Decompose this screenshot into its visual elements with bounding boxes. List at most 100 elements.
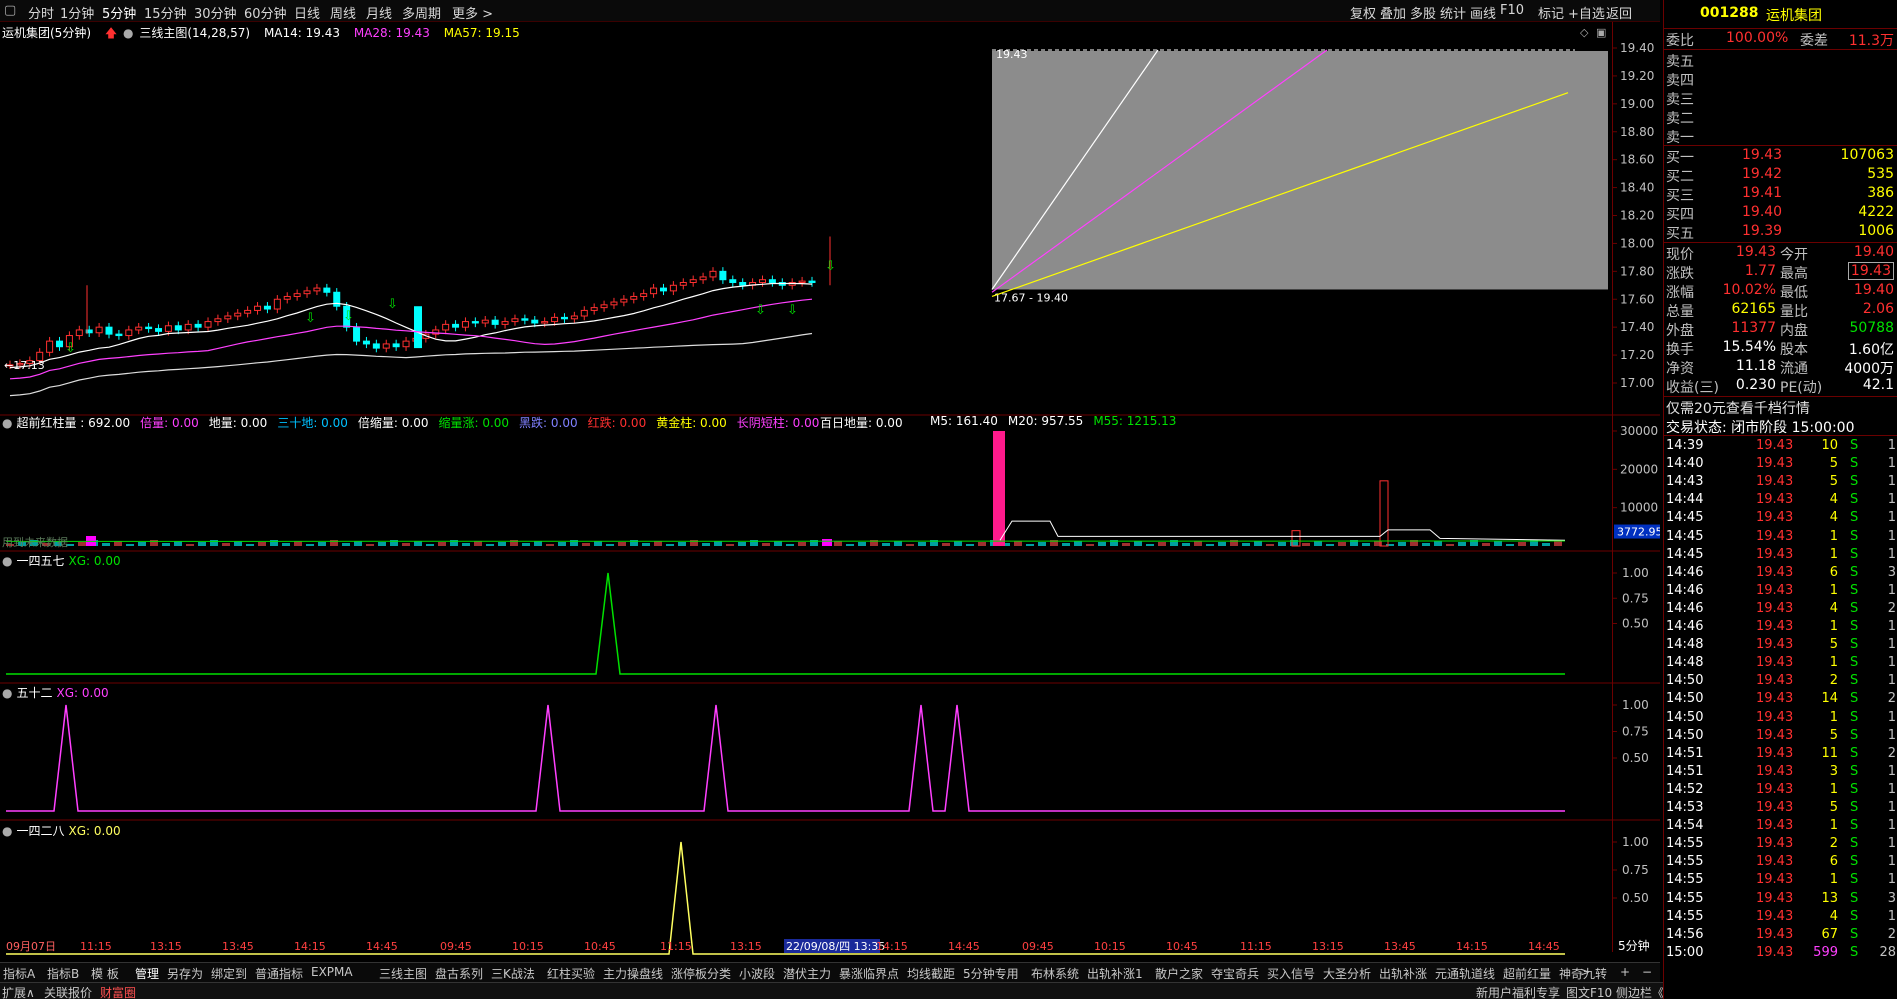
period-tab-0[interactable]: 分时 [28,3,54,22]
candle-body[interactable] [531,319,539,324]
tool-button-7[interactable]: +自选 [1568,3,1605,22]
candle-body[interactable] [293,293,301,297]
indicator-tab-7[interactable]: EXPMA [311,965,353,979]
candle-body[interactable] [719,270,727,281]
buy-level-row[interactable]: 买四 19.40 4222 [1664,203,1897,223]
candle-body[interactable] [46,340,54,353]
period-tab-4[interactable]: 30分钟 [194,3,237,22]
candle-body[interactable] [739,282,747,286]
indicator-tab-26[interactable]: 元通轨道线 [1435,965,1495,982]
indicator-toggle-icon[interactable]: ● [2,554,12,568]
candle-body[interactable] [729,279,737,284]
candle-body[interactable] [620,298,628,303]
candle-body[interactable] [560,316,568,320]
candle-body[interactable] [303,290,311,295]
candle-body[interactable] [155,328,163,332]
indicator-tab-11[interactable]: 红柱买验 [547,965,595,982]
period-tab-3[interactable]: 15分钟 [144,3,187,22]
indicator-tab-4[interactable]: 另存为 [167,965,203,982]
candle-body[interactable] [372,343,380,349]
candle-body[interactable] [640,293,648,297]
indicator-tab-24[interactable]: 大圣分析 [1323,965,1371,982]
buy-level-row[interactable]: 买二 19.42 535 [1664,165,1897,185]
signal-name[interactable]: 五十二 [16,686,52,700]
tool-button-3[interactable]: 统计 [1440,3,1466,22]
candle-body[interactable] [758,279,766,284]
candle-body[interactable] [808,280,816,283]
candle-body[interactable] [392,343,400,348]
candle-body[interactable] [204,321,212,328]
status-right-2[interactable]: 侧边栏《 [1616,984,1664,999]
indicator-tab-9[interactable]: 盘古系列 [435,965,483,982]
candle-body[interactable] [95,326,103,334]
candle-body[interactable] [669,284,677,292]
indicator-toggle-icon[interactable]: ● [2,416,12,430]
indicator-tab-19[interactable]: 布林系统 [1031,965,1079,982]
indicator-toggle-icon[interactable]: ● [2,824,12,838]
candle-body[interactable] [481,319,489,324]
candle-body[interactable] [461,321,469,328]
indicator-tab-12[interactable]: 主力操盘线 [603,965,663,982]
promo-link[interactable]: 仅需20元查看千档行情 [1666,398,1810,418]
indicator-tab-22[interactable]: 夺宝奇兵 [1211,965,1259,982]
indicator-tab-15[interactable]: 潜伏主力 [783,965,831,982]
candle-body[interactable] [283,295,291,300]
tool-button-5[interactable]: F10 [1500,3,1524,18]
candle-body[interactable] [610,301,618,306]
candle-body[interactable] [414,306,422,349]
candle-body[interactable] [501,321,509,325]
candle-body[interactable] [551,316,559,323]
candle-body[interactable] [659,287,667,292]
signal-name[interactable]: 一四二八 [16,824,64,838]
indicator-tab-23[interactable]: 买入信号 [1267,965,1315,982]
candle-body[interactable] [689,279,697,284]
candle-body[interactable] [471,321,479,324]
candle-body[interactable] [679,282,687,286]
candle-body[interactable] [511,318,519,323]
indicator-tab-20[interactable]: 出轨补涨1 [1087,965,1143,982]
candle-body[interactable] [580,309,588,317]
candle-body[interactable] [699,276,707,281]
candle-body[interactable] [798,280,806,283]
status-right-0[interactable]: 新用户福利专享 [1476,984,1560,999]
candle-body[interactable] [56,340,64,348]
buy-level-row[interactable]: 买五 19.39 1006 [1664,222,1897,242]
status-left-0[interactable]: 扩展∧ [2,984,35,999]
status-left-2[interactable]: 财富圈 [100,984,136,999]
zoom-in-button[interactable]: + [1620,965,1630,979]
indicator-tab-17[interactable]: 均线截距 [907,965,955,982]
indicator-tab-16[interactable]: 暴涨临界点 [839,965,899,982]
candle-body[interactable] [234,312,242,317]
indicator-tab-3[interactable]: 管理 [135,965,159,982]
candle-body[interactable] [323,287,331,293]
indicator-tab-6[interactable]: 普通指标 [255,965,303,982]
candle-body[interactable] [224,315,232,320]
buy-level-row[interactable]: 买三 19.41 386 [1664,184,1897,204]
candle-body[interactable] [115,333,123,337]
candle-body[interactable] [145,326,153,330]
period-tab-2[interactable]: 5分钟 [102,3,136,22]
period-tab-6[interactable]: 日线 [294,3,320,22]
promo-row[interactable]: 仅需20元查看千档行情 [1664,397,1897,418]
indicator-tab-25[interactable]: 出轨补涨 [1379,965,1427,982]
tool-button-2[interactable]: 多股 [1410,3,1436,22]
candle-body[interactable] [402,340,410,348]
indicator-tab-1[interactable]: 指标B [47,965,79,982]
candle-body[interactable] [135,326,143,331]
candle-body[interactable] [442,323,450,331]
expand-icon[interactable]: ◇ [1580,26,1589,39]
indicator-tab-2[interactable]: 模 板 [91,965,119,982]
candle-body[interactable] [590,307,598,311]
zoom-out-button[interactable]: − [1642,965,1652,979]
period-tab-1[interactable]: 1分钟 [60,3,94,22]
tool-button-1[interactable]: 叠加 [1380,3,1406,22]
candle-body[interactable] [194,323,202,328]
period-tab-10[interactable]: 更多 > [452,3,493,22]
indicator-tab-18[interactable]: 5分钟专用 [963,965,1019,982]
candle-body[interactable] [650,287,658,295]
tool-button-4[interactable]: 画线 [1470,3,1496,22]
period-tab-8[interactable]: 月线 [366,3,392,22]
signal-name[interactable]: 一四五七 [16,554,64,568]
indicator-tab-21[interactable]: 散户之家 [1155,965,1203,982]
indicator-name[interactable]: 三线主图(14,28,57) [139,26,250,40]
